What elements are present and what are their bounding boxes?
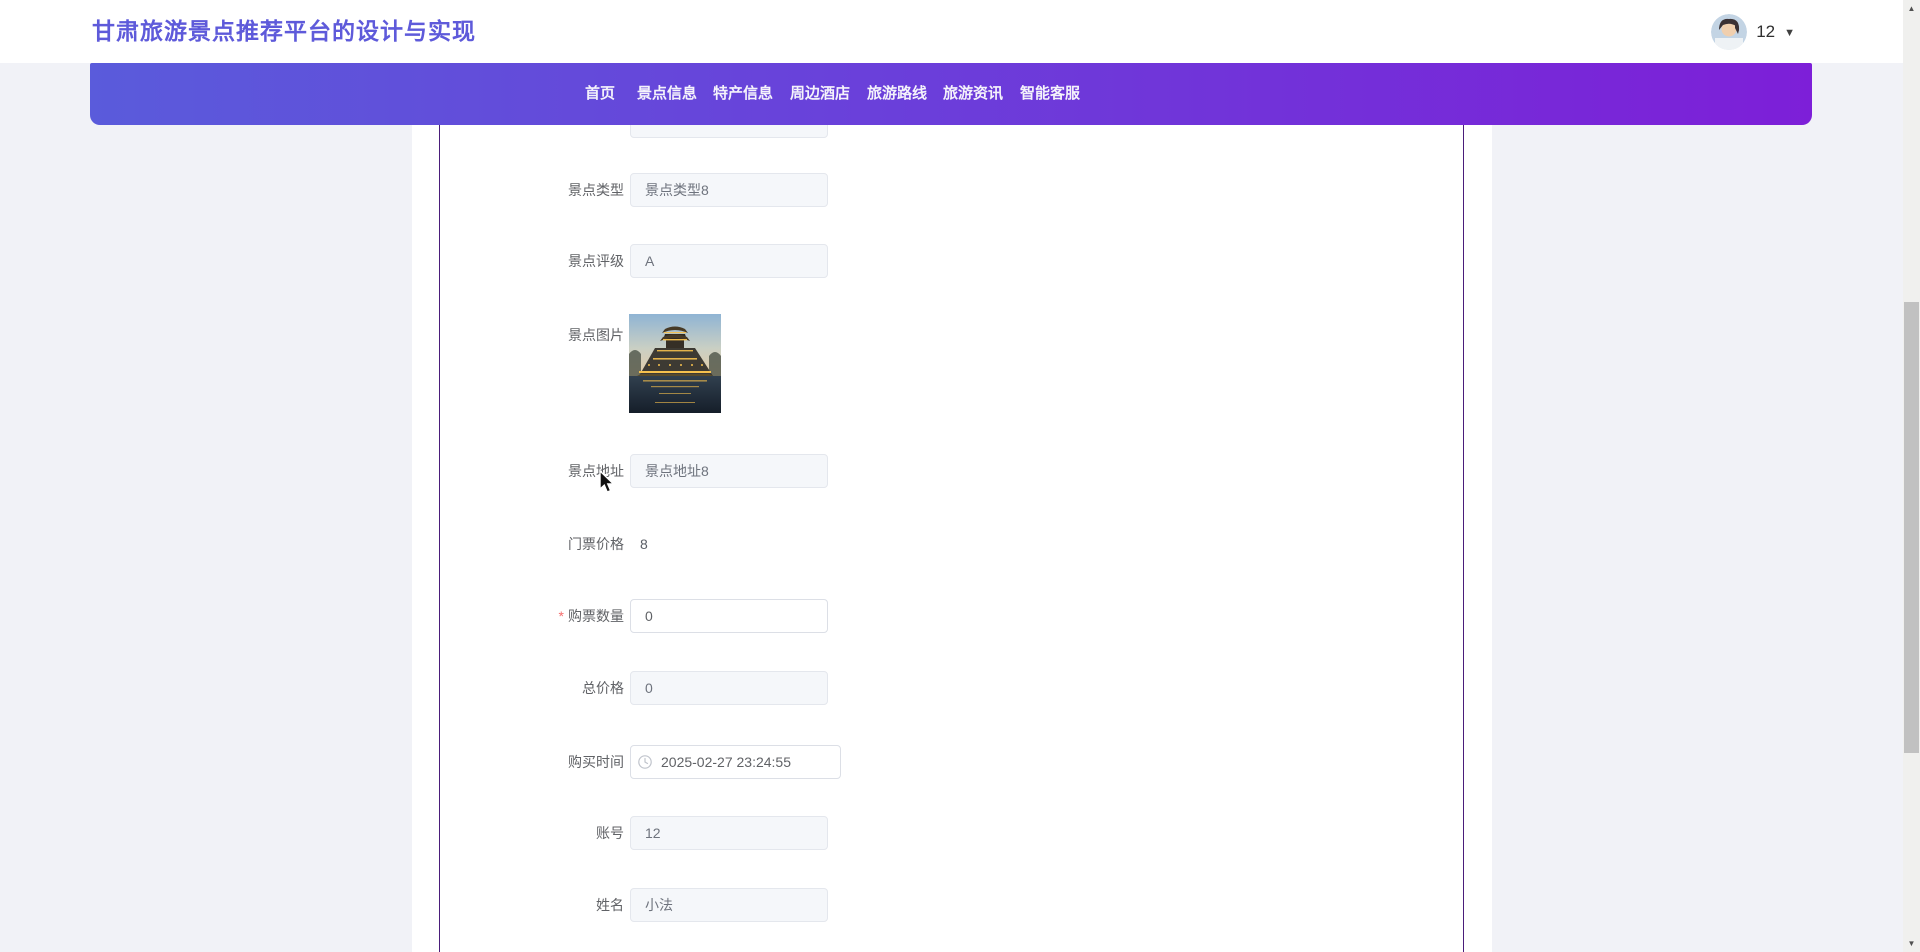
form-row: 账号 bbox=[440, 816, 1463, 850]
nav-item-routes[interactable]: 旅游路线 bbox=[867, 63, 927, 125]
cutoff-input bbox=[630, 125, 828, 138]
content-area: 景点类型 景点评级 景点图片 bbox=[412, 125, 1492, 952]
top-header: 甘肃旅游景点推荐平台的设计与实现 12 ▼ bbox=[0, 0, 1903, 63]
ticket-price-value: 8 bbox=[640, 536, 648, 552]
nav-item-specialty[interactable]: 特产信息 bbox=[713, 63, 773, 125]
nav-item-home[interactable]: 首页 bbox=[585, 63, 615, 125]
page: 甘肃旅游景点推荐平台的设计与实现 12 ▼ 首页 景点信息 特产信息 周边酒店 … bbox=[0, 0, 1920, 952]
attraction-address-label: 景点地址 bbox=[568, 463, 624, 479]
form-row: 购买时间 bbox=[440, 745, 1463, 779]
attraction-image-label: 景点图片 bbox=[568, 327, 624, 343]
account-input bbox=[630, 816, 828, 850]
form-row: 景点评级 bbox=[440, 244, 1463, 278]
caret-down-icon[interactable]: ▼ bbox=[1784, 25, 1795, 39]
ticket-quantity-label: * 购票数量 bbox=[558, 608, 624, 624]
purchase-time-label: 购买时间 bbox=[568, 754, 624, 770]
nav-item-hotels[interactable]: 周边酒店 bbox=[790, 63, 850, 125]
account-label: 账号 bbox=[596, 825, 624, 841]
required-asterisk: * bbox=[558, 608, 564, 624]
form-row: 景点图片 bbox=[440, 314, 1463, 413]
name-label: 姓名 bbox=[596, 897, 624, 913]
form-row-partial bbox=[440, 125, 1463, 138]
scroll-down-icon[interactable]: ▼ bbox=[1903, 935, 1920, 952]
form-row: 景点地址 bbox=[440, 454, 1463, 488]
nav-item-attractions[interactable]: 景点信息 bbox=[637, 63, 697, 125]
form-row: 姓名 bbox=[440, 888, 1463, 922]
form-row: 总价格 bbox=[440, 671, 1463, 705]
page-scrollbar[interactable]: ▲ ▼ bbox=[1903, 0, 1920, 952]
attraction-image-thumbnail[interactable] bbox=[629, 314, 721, 413]
attraction-type-input bbox=[630, 173, 828, 207]
form-row: 门票价格 8 bbox=[440, 527, 1463, 561]
ticket-quantity-input[interactable] bbox=[630, 599, 828, 633]
nav-item-service[interactable]: 智能客服 bbox=[1020, 63, 1080, 125]
page-title: 甘肃旅游景点推荐平台的设计与实现 bbox=[92, 18, 476, 44]
ticket-price-label: 门票价格 bbox=[568, 536, 624, 552]
form-row: 景点类型 bbox=[440, 173, 1463, 207]
scroll-up-icon[interactable]: ▲ bbox=[1903, 0, 1920, 17]
avatar[interactable] bbox=[1711, 13, 1748, 50]
attraction-address-input bbox=[630, 454, 828, 488]
name-input bbox=[630, 888, 828, 922]
attraction-rating-input bbox=[630, 244, 828, 278]
scrollbar-thumb[interactable] bbox=[1904, 302, 1919, 753]
form-row: * 购票数量 bbox=[440, 599, 1463, 633]
total-price-label: 总价格 bbox=[582, 680, 624, 696]
ticket-form-panel: 景点类型 景点评级 景点图片 bbox=[439, 125, 1464, 952]
purchase-time-input[interactable] bbox=[630, 745, 841, 779]
total-price-input bbox=[630, 671, 828, 705]
nav-item-news[interactable]: 旅游资讯 bbox=[943, 63, 1003, 125]
attraction-type-label: 景点类型 bbox=[568, 182, 624, 198]
main-navbar: 首页 景点信息 特产信息 周边酒店 旅游路线 旅游资讯 智能客服 bbox=[90, 63, 1812, 125]
attraction-rating-label: 景点评级 bbox=[568, 253, 624, 269]
user-menu[interactable]: 12 ▼ bbox=[1711, 0, 1795, 63]
username-label[interactable]: 12 bbox=[1756, 22, 1775, 42]
